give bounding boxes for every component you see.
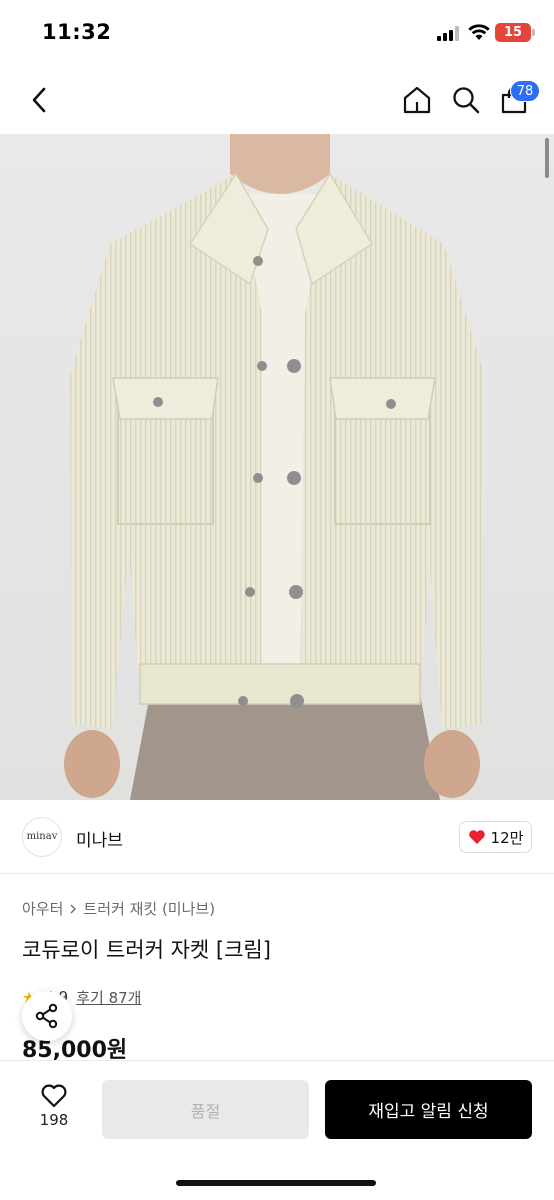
share-button[interactable] [22, 991, 72, 1041]
breadcrumb-subcategory[interactable]: 트러커 재킷 (미나브) [83, 898, 215, 919]
battery-cap [532, 29, 535, 36]
status-bar: 11:32 15 [0, 0, 554, 66]
search-icon [453, 87, 480, 114]
wishlist-button[interactable]: 198 [26, 1083, 82, 1139]
heart-outline-icon [41, 1084, 67, 1108]
back-button[interactable] [20, 80, 60, 120]
nav-bar [0, 66, 554, 134]
battery-icon: 15 [495, 23, 531, 42]
product-title: 코듀로이 트러커 자켓 [크림] [22, 938, 271, 962]
status-time: 11:32 [42, 20, 112, 44]
bottom-action-bar: 198 품절 재입고 알림 신청 [0, 1060, 554, 1200]
chevron-right-icon [70, 904, 77, 913]
product-photo-jacket [64, 134, 484, 800]
review-link[interactable]: 후기 87개 [76, 987, 141, 1008]
battery-level: 15 [503, 25, 523, 40]
cart-count-badge: 78 [510, 80, 540, 102]
product-image[interactable] [0, 134, 554, 800]
home-button[interactable] [397, 80, 437, 120]
brand-name[interactable]: 미나브 [76, 826, 123, 851]
breadcrumb-category[interactable]: 아우터 [22, 898, 63, 919]
sold-out-button[interactable]: 품절 [102, 1080, 309, 1139]
wishlist-count: 198 [39, 1111, 69, 1129]
breadcrumb: 아우터 트러커 재킷 (미나브) [22, 898, 215, 919]
share-icon [35, 1003, 58, 1029]
restock-alert-button[interactable]: 재입고 알림 신청 [325, 1080, 532, 1139]
home-indicator [176, 1180, 376, 1186]
chevron-left-icon [32, 87, 46, 113]
scroll-indicator[interactable] [545, 138, 549, 178]
search-button[interactable] [446, 80, 486, 120]
home-icon [403, 86, 431, 114]
heart-filled-icon [468, 830, 485, 844]
brand-logo[interactable]: minav [22, 817, 62, 857]
brand-row[interactable]: minav 미나브 12만 [0, 800, 554, 874]
wifi-icon [468, 24, 490, 40]
brand-like-button[interactable]: 12만 [459, 821, 532, 853]
brand-like-count: 12만 [490, 828, 524, 847]
cellular-signal-icon [437, 26, 461, 41]
